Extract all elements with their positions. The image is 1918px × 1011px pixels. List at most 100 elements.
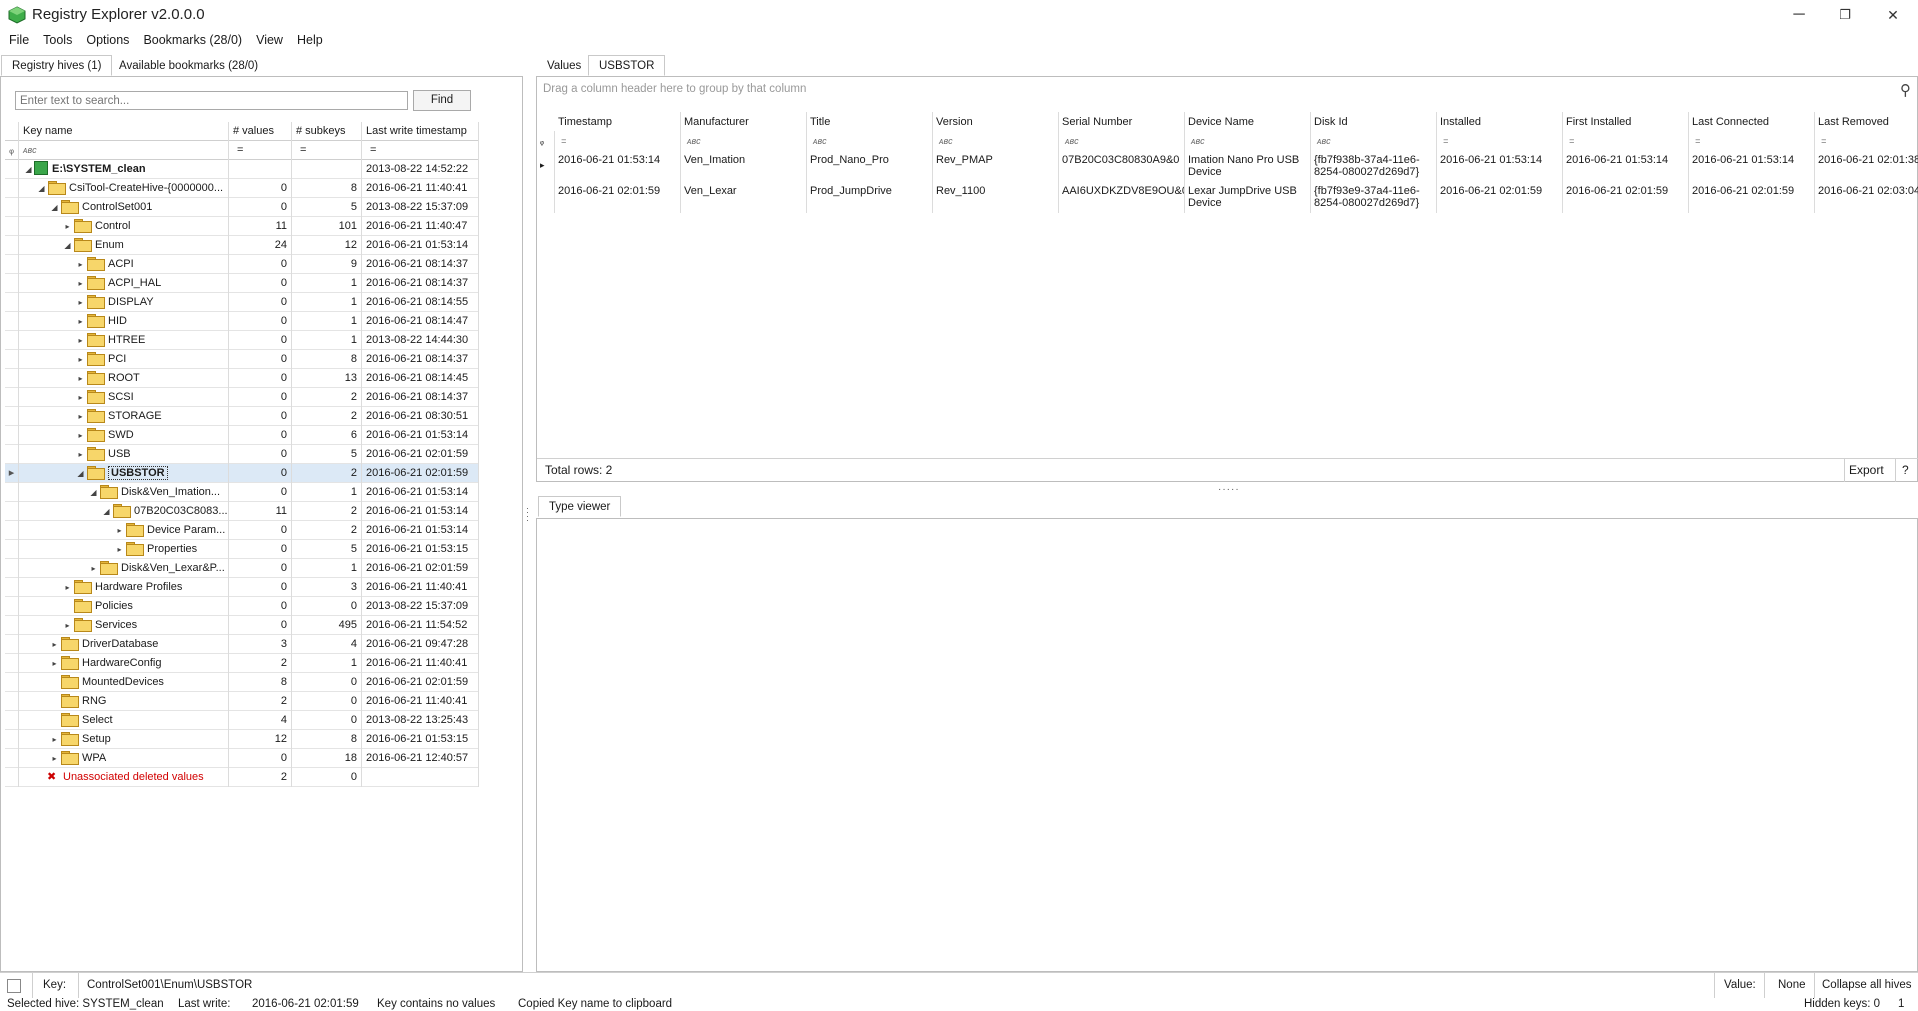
filter-timestamp[interactable]: = — [362, 141, 479, 160]
expand-icon[interactable]: ▸ — [75, 388, 86, 407]
tree-row[interactable]: ✖ Unassociated deleted values 2 0 — [5, 768, 479, 787]
tree-node[interactable]: ◢ CsiTool-CreateHive-{0000000... — [19, 179, 229, 198]
column-header-serial-number[interactable]: Serial Number — [1059, 112, 1185, 132]
filter-pin-icon[interactable]: ᵩ — [5, 141, 19, 160]
status-checkbox[interactable] — [7, 979, 21, 993]
close-button[interactable]: ✕ — [1870, 2, 1916, 28]
expand-icon[interactable]: ▸ — [75, 293, 86, 312]
tree-node[interactable]: ◢ E:\SYSTEM_clean — [19, 160, 229, 179]
minimize-button[interactable]: ─ — [1776, 2, 1822, 28]
expand-icon[interactable]: ▸ — [62, 578, 73, 597]
tree-row[interactable]: ▸ Disk&Ven_Lexar&P... 0 1 2016-06-21 02:01:5… — [5, 559, 479, 578]
expand-icon[interactable]: ▸ — [49, 749, 60, 768]
collapse-icon[interactable]: ◢ — [88, 483, 99, 502]
column-header-values[interactable]: # values — [229, 122, 292, 141]
column-header-installed[interactable]: Installed — [1437, 112, 1563, 132]
filter-cell[interactable]: = — [1437, 131, 1563, 151]
tree-row[interactable]: ▸ HardwareConfig 2 1 2016-06-21 11:40:41 — [5, 654, 479, 673]
menu-tools[interactable]: Tools — [36, 30, 79, 50]
tree-row[interactable]: ▸ STORAGE 0 2 2016-06-21 08:30:51 — [5, 407, 479, 426]
filter-pin-icon[interactable]: ᵩ — [537, 131, 555, 151]
column-header-last-connected[interactable]: Last Connected — [1689, 112, 1815, 132]
collapse-icon[interactable]: ◢ — [101, 502, 112, 521]
tree-row[interactable]: ▸ Setup 12 8 2016-06-21 01:53:15 — [5, 730, 479, 749]
tree-node[interactable]: ▸ ROOT — [19, 369, 229, 388]
column-header-disk-id[interactable]: Disk Id — [1311, 112, 1437, 132]
tree-row[interactable]: ▸ Control 11 101 2016-06-21 11:40:47 — [5, 217, 479, 236]
search-input[interactable] — [15, 91, 408, 110]
collapse-icon[interactable]: ◢ — [62, 236, 73, 255]
tree-row[interactable]: MountedDevices 8 0 2016-06-21 02:01:59 — [5, 673, 479, 692]
tree-node[interactable]: Policies — [19, 597, 229, 616]
horizontal-splitter[interactable]: ····· — [1218, 484, 1240, 495]
tree-row[interactable]: ▸ DISPLAY 0 1 2016-06-21 08:14:55 — [5, 293, 479, 312]
column-header-timestamp[interactable]: Timestamp — [555, 112, 681, 132]
tree-node[interactable]: ▸ Device Param... — [19, 521, 229, 540]
column-header-subkeys[interactable]: # subkeys — [292, 122, 362, 141]
tree-row[interactable]: ◢ E:\SYSTEM_clean 2013-08-22 14:52:22 — [5, 160, 479, 179]
expand-icon[interactable]: ▸ — [75, 369, 86, 388]
help-button[interactable]: ? — [1902, 459, 1909, 481]
group-by-hint[interactable]: Drag a column header here to group by th… — [543, 83, 806, 95]
filter-cell[interactable]: = — [1689, 131, 1815, 151]
tree-row[interactable]: ◢ ControlSet001 0 5 2013-08-22 15:37:09 — [5, 198, 479, 217]
filter-cell[interactable]: ᴀʙc — [1311, 131, 1437, 151]
tree-node[interactable]: ◢ Enum — [19, 236, 229, 255]
tree-row[interactable]: ▸ HTREE 0 1 2013-08-22 14:44:30 — [5, 331, 479, 350]
tree-row[interactable]: ▸ Hardware Profiles 0 3 2016-06-21 11:40:41 — [5, 578, 479, 597]
tree-row[interactable]: ▸ Services 0 495 2016-06-21 11:54:52 — [5, 616, 479, 635]
expand-icon[interactable]: ▸ — [75, 350, 86, 369]
tree-node[interactable]: ◢ 07B20C03C8083... — [19, 502, 229, 521]
tree-node[interactable]: ▸ Disk&Ven_Lexar&P... — [19, 559, 229, 578]
tree-node[interactable]: ◢ ControlSet001 — [19, 198, 229, 217]
tree-node[interactable]: ▸ HTREE — [19, 331, 229, 350]
tree-row[interactable]: ▸ USB 0 5 2016-06-21 02:01:59 — [5, 445, 479, 464]
tree-node[interactable]: ◢ USBSTOR — [19, 464, 229, 483]
tab-registry-hives[interactable]: Registry hives (1) — [1, 55, 113, 76]
menu-file[interactable]: File — [2, 30, 36, 50]
find-button[interactable]: Find — [413, 90, 471, 111]
tree-row[interactable]: ▸ ◢ USBSTOR 0 2 2016-06-21 02:01:59 — [5, 464, 479, 483]
tree-row[interactable]: ▸ ACPI 0 9 2016-06-21 08:14:37 — [5, 255, 479, 274]
column-header-key-name[interactable]: Key name — [19, 122, 229, 141]
menu-help[interactable]: Help — [290, 30, 330, 50]
expand-icon[interactable]: ▸ — [75, 331, 86, 350]
row-expand-icon[interactable]: ▸ — [537, 151, 555, 182]
expand-icon[interactable]: ▸ — [75, 274, 86, 293]
filter-cell[interactable]: = — [1563, 131, 1689, 151]
tree-node[interactable]: ▸ PCI — [19, 350, 229, 369]
tree-row[interactable]: RNG 2 0 2016-06-21 11:40:41 — [5, 692, 479, 711]
filter-cell[interactable]: = — [555, 131, 681, 151]
column-header-last-write[interactable]: Last write timestamp — [362, 122, 479, 141]
tree-node[interactable]: ✖ Unassociated deleted values — [19, 768, 229, 787]
collapse-icon[interactable]: ◢ — [36, 179, 47, 198]
filter-subkeys[interactable]: = — [292, 141, 362, 160]
expand-icon[interactable]: ▸ — [49, 635, 60, 654]
filter-cell[interactable]: ᴀʙc — [1185, 131, 1311, 151]
expand-icon[interactable]: ▸ — [49, 730, 60, 749]
tree-node[interactable]: MountedDevices — [19, 673, 229, 692]
expand-icon[interactable]: ▸ — [75, 445, 86, 464]
expand-icon[interactable]: ▸ — [75, 312, 86, 331]
filter-cell[interactable]: ᴀʙc — [933, 131, 1059, 151]
column-header-manufacturer[interactable]: Manufacturer — [681, 112, 807, 132]
filter-key-name[interactable]: ᴀʙc — [19, 141, 229, 160]
tree-node[interactable]: ▸ Control — [19, 217, 229, 236]
menu-view[interactable]: View — [249, 30, 290, 50]
collapse-icon[interactable]: ◢ — [75, 464, 86, 483]
expand-icon[interactable]: ▸ — [75, 407, 86, 426]
collapse-icon[interactable]: ◢ — [49, 198, 60, 217]
menu-options[interactable]: Options — [79, 30, 136, 50]
column-header-title[interactable]: Title — [807, 112, 933, 132]
expand-icon[interactable]: ▸ — [114, 521, 125, 540]
tree-node[interactable]: ▸ DriverDatabase — [19, 635, 229, 654]
tree-row[interactable]: ▸ SCSI 0 2 2016-06-21 08:14:37 — [5, 388, 479, 407]
vertical-splitter[interactable]: · · · · — [526, 504, 529, 525]
tree-row[interactable]: ◢ Disk&Ven_Imation... 0 1 2016-06-21 01:53:1… — [5, 483, 479, 502]
tree-node[interactable]: ▸ WPA — [19, 749, 229, 768]
tree-node[interactable]: RNG — [19, 692, 229, 711]
tree-node[interactable]: ▸ ACPI — [19, 255, 229, 274]
expand-icon[interactable]: ▸ — [49, 654, 60, 673]
tree-row[interactable]: ▸ PCI 0 8 2016-06-21 08:14:37 — [5, 350, 479, 369]
expand-icon[interactable]: ▸ — [75, 426, 86, 445]
